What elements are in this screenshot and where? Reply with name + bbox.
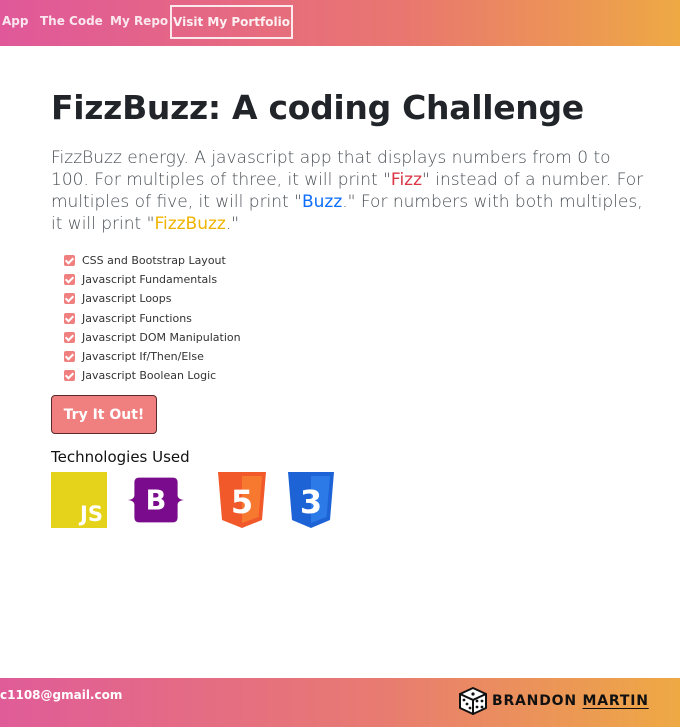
dice-icon: [459, 687, 487, 715]
checklist-item-label: CSS and Bootstrap Layout: [82, 254, 226, 268]
checkbox-checked-icon: [64, 274, 75, 286]
css3-icon-label: 3: [300, 483, 322, 521]
checklist-item-label: Javascript Loops: [82, 292, 172, 306]
checkbox-checked-icon: [64, 312, 75, 324]
nav-link-my-repo[interactable]: My Repo: [110, 14, 168, 28]
brand-first-name: BRANDON: [492, 693, 577, 709]
checkbox-checked-icon: [64, 351, 75, 363]
footer: c1108@gmail.com BRANDON MARTIN: [0, 678, 680, 727]
intro-text-4: .": [225, 214, 240, 234]
buzz-word: Buzz: [301, 192, 343, 212]
checklist-item: Javascript Boolean Logic: [64, 366, 241, 385]
checklist-item-label: Javascript Fundamentals: [82, 273, 218, 287]
page-title: FizzBuzz: A coding Challenge: [51, 88, 584, 127]
checklist-item: Javascript If/Then/Else: [64, 347, 241, 366]
try-it-out-button[interactable]: Try It Out!: [51, 395, 157, 434]
intro-paragraph: FizzBuzz energy. A javascript app that d…: [51, 147, 651, 235]
bootstrap-icon: B: [128, 477, 184, 523]
javascript-icon-label: JS: [80, 502, 103, 526]
checklist-item-label: Javascript If/Then/Else: [82, 350, 204, 364]
checklist-item: Javascript Fundamentals: [64, 270, 241, 289]
checkbox-checked-icon: [64, 370, 75, 382]
checkbox-checked-icon: [64, 255, 75, 267]
checklist-item-label: Javascript Boolean Logic: [82, 369, 217, 383]
top-navbar: App The Code My Repo Visit My Portfolio: [0, 0, 680, 46]
checklist-item: CSS and Bootstrap Layout: [64, 251, 241, 270]
css3-icon: 3: [288, 472, 334, 528]
brand-logo[interactable]: BRANDON MARTIN: [458, 686, 649, 716]
checklist-item-label: Javascript DOM Manipulation: [82, 330, 241, 344]
nav-link-app[interactable]: App: [2, 14, 28, 28]
visit-portfolio-button[interactable]: Visit My Portfolio: [170, 5, 293, 39]
checklist-item-label: Javascript Functions: [82, 311, 192, 325]
html5-icon: 5: [218, 472, 266, 528]
footer-email-link[interactable]: c1108@gmail.com: [0, 688, 122, 702]
javascript-icon: JS: [51, 472, 107, 528]
checkbox-checked-icon: [64, 293, 75, 305]
checklist-item: Javascript Functions: [64, 309, 241, 328]
skills-checklist: CSS and Bootstrap Layout Javascript Fund…: [64, 251, 241, 385]
fizz-word: Fizz: [390, 170, 423, 190]
bootstrap-icon-label: B: [146, 486, 167, 517]
brand-name: BRANDON MARTIN: [492, 693, 649, 709]
checklist-item: Javascript DOM Manipulation: [64, 328, 241, 347]
technologies-heading: Technologies Used: [51, 448, 190, 466]
checklist-item: Javascript Loops: [64, 289, 241, 308]
html5-icon-label: 5: [231, 483, 253, 521]
nav-link-the-code[interactable]: The Code: [40, 14, 103, 28]
brand-last-name: MARTIN: [582, 693, 649, 709]
fizzbuzz-word: FizzBuzz: [154, 214, 226, 234]
checkbox-checked-icon: [64, 331, 75, 343]
